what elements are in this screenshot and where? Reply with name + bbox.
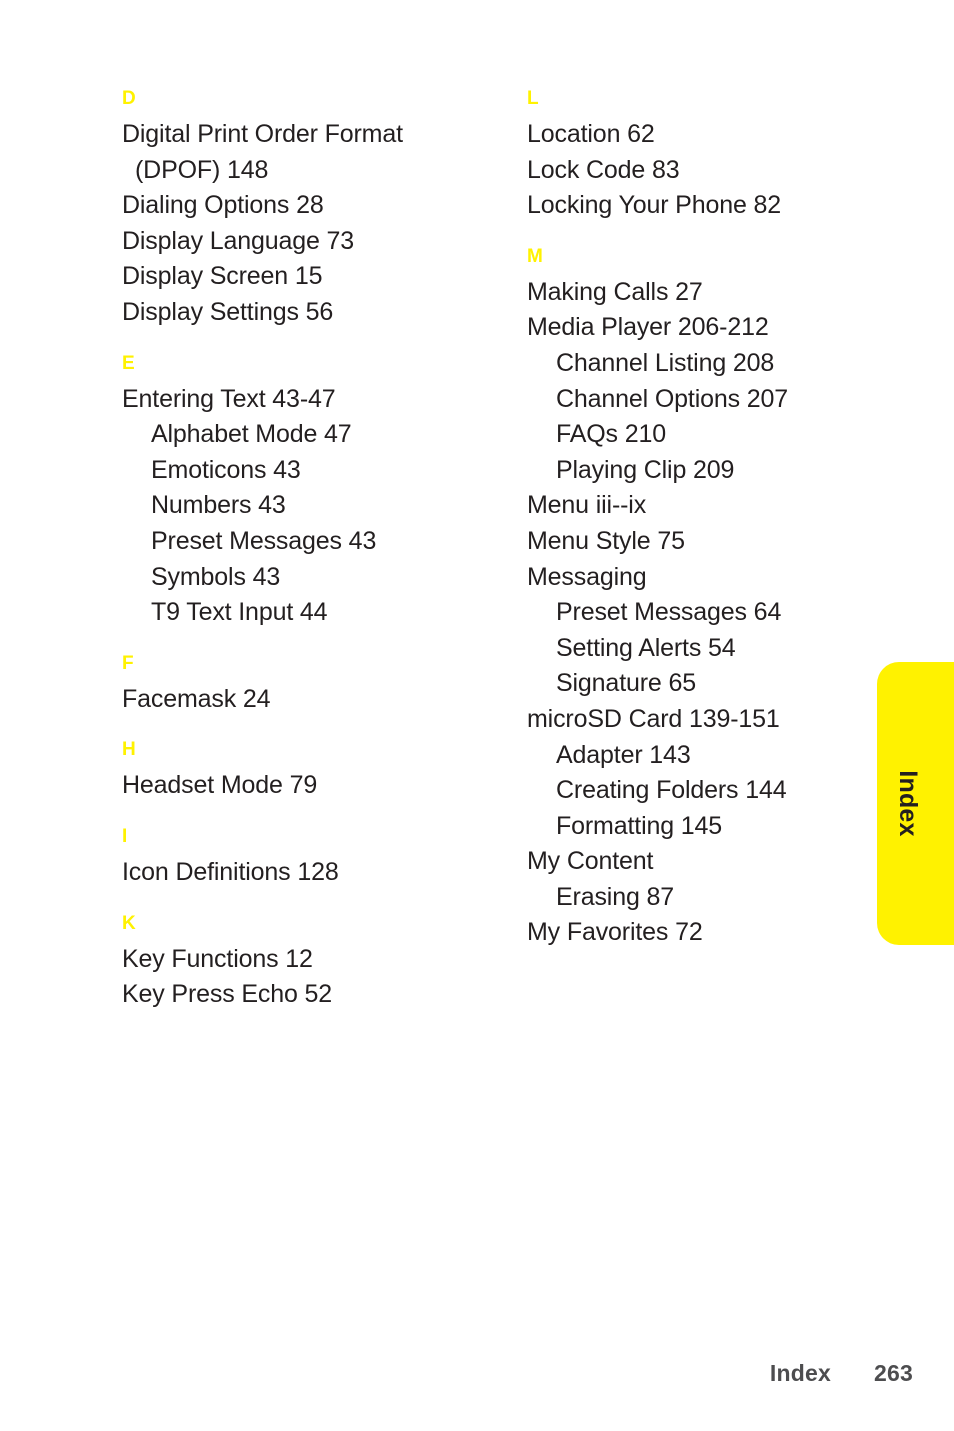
index-section-l: L Location 62 Lock Code 83 Locking Your Pho… [527, 86, 867, 224]
index-subentry[interactable]: Alphabet Mode 47 [122, 417, 462, 453]
index-entry[interactable]: Menu iii--ix [527, 488, 867, 524]
index-entry[interactable]: Headset Mode 79 [122, 768, 462, 804]
index-section-k: K Key Functions 12 Key Press Echo 52 [122, 911, 462, 1013]
index-subentry[interactable]: Emoticons 43 [122, 453, 462, 489]
index-entry[interactable]: Messaging [527, 560, 867, 596]
index-entry[interactable]: Facemask 24 [122, 682, 462, 718]
index-entry[interactable]: Lock Code 83 [527, 153, 867, 189]
index-entry[interactable]: Icon Definitions 128 [122, 855, 462, 891]
section-letter: D [122, 88, 137, 109]
index-entry[interactable]: microSD Card 139-151 [527, 702, 867, 738]
index-entry-wrap[interactable]: (DPOF) 148 [122, 153, 462, 189]
index-subentry[interactable]: Numbers 43 [122, 488, 462, 524]
index-subentry[interactable]: Adapter 143 [527, 738, 867, 774]
index-subentry[interactable]: Setting Alerts 54 [527, 631, 867, 667]
section-letter: M [527, 245, 544, 267]
index-entry[interactable]: Display Screen 15 [122, 259, 462, 295]
index-section-i: I Icon Definitions 128 [122, 824, 462, 891]
index-subentry[interactable]: Playing Clip 209 [527, 453, 867, 489]
index-page: D Digital Print Order Format (DPOF) 148 Dia… [0, 0, 954, 1431]
index-subentry[interactable]: Preset Messages 64 [527, 595, 867, 631]
index-subentry[interactable]: Channel Listing 208 [527, 346, 867, 382]
index-entry[interactable]: Media Player 206-212 [527, 310, 867, 346]
footer-page-number: 263 [874, 1360, 913, 1386]
index-section-f: F Facemask 24 [122, 651, 462, 718]
section-letter: L [527, 88, 539, 109]
index-subentry[interactable]: Symbols 43 [122, 560, 462, 596]
section-thumb-tab: Index [877, 662, 954, 945]
section-letter: H [122, 739, 137, 761]
index-column-right: L Location 62 Lock Code 83 Locking Your Pho… [527, 86, 867, 951]
index-subentry[interactable]: Preset Messages 43 [122, 524, 462, 560]
section-letter: K [122, 912, 137, 934]
index-subentry[interactable]: T9 Text Input 44 [122, 595, 462, 631]
index-entry[interactable]: Display Language 73 [122, 224, 462, 260]
index-section-e: E Entering Text 43-47 Alphabet Mode 47 Emot… [122, 351, 462, 631]
section-letter: I [122, 825, 128, 847]
index-subentry[interactable]: Signature 65 [527, 666, 867, 702]
index-subentry[interactable]: Channel Options 207 [527, 382, 867, 418]
index-entry[interactable]: Key Functions 12 [122, 942, 462, 978]
footer-section-label: Index [769, 1360, 831, 1386]
index-subentry[interactable]: Formatting 145 [527, 809, 867, 845]
index-entry[interactable]: Dialing Options 28 [122, 188, 462, 224]
index-subentry[interactable]: Erasing 87 [527, 880, 867, 916]
index-entry[interactable]: Menu Style 75 [527, 524, 867, 560]
index-entry[interactable]: Location 62 [527, 117, 867, 153]
index-entry[interactable]: Entering Text 43-47 [122, 382, 462, 418]
index-entry[interactable]: Digital Print Order Format [122, 117, 462, 153]
page-footer: Index 263 [0, 1353, 954, 1387]
section-thumb-tab-label: Index [894, 770, 922, 837]
index-section-h: H Headset Mode 79 [122, 737, 462, 804]
index-entry[interactable]: My Favorites 72 [527, 915, 867, 951]
index-section-d: D Digital Print Order Format (DPOF) 148 Dia… [122, 86, 462, 331]
index-entry[interactable]: Making Calls 27 [527, 275, 867, 311]
index-entry[interactable]: My Content [527, 844, 867, 880]
index-column-left: D Digital Print Order Format (DPOF) 148 Dia… [122, 86, 462, 1013]
index-entry[interactable]: Key Press Echo 52 [122, 977, 462, 1013]
section-letter: F [122, 652, 134, 674]
index-entry[interactable]: Display Settings 56 [122, 295, 462, 331]
index-subentry[interactable]: Creating Folders 144 [527, 773, 867, 809]
section-letter: E [122, 352, 135, 374]
index-section-m: M Making Calls 27 Media Player 206-212 Chan… [527, 244, 867, 951]
index-entry[interactable]: Locking Your Phone 82 [527, 188, 867, 224]
index-subentry[interactable]: FAQs 210 [527, 417, 867, 453]
